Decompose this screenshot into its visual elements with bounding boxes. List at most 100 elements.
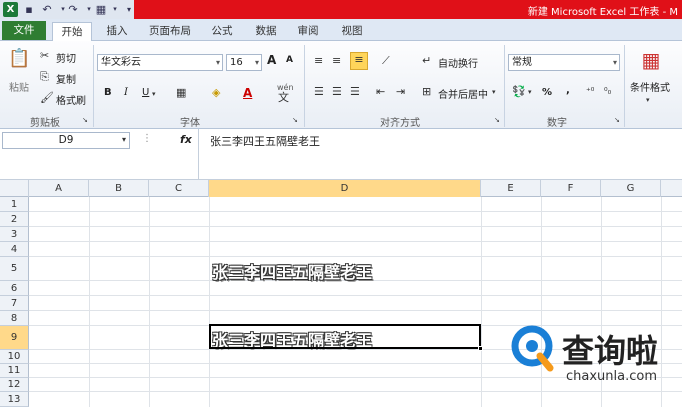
watermark-name: 查询啦 xyxy=(562,332,659,370)
conditional-format-icon[interactable]: ▦ xyxy=(638,47,664,73)
border-icon[interactable]: ▦ xyxy=(176,86,186,100)
column-header-e[interactable]: E xyxy=(481,180,541,197)
bold-button[interactable]: B xyxy=(104,87,112,98)
row-header-6[interactable]: 6 xyxy=(0,281,29,296)
grid-line xyxy=(149,197,150,407)
merge-center-button[interactable]: 合并后居中 xyxy=(438,86,488,101)
fill-handle[interactable] xyxy=(478,346,483,351)
font-color-button[interactable]: A xyxy=(243,86,252,100)
row-header-13[interactable]: 13 xyxy=(0,392,29,407)
align-right-icon[interactable]: ☰ xyxy=(350,85,360,99)
group-divider xyxy=(624,45,625,127)
chevron-down-icon[interactable]: ▾ xyxy=(152,87,156,101)
row-header-2[interactable]: 2 xyxy=(0,212,29,227)
column-header-f[interactable]: F xyxy=(541,180,601,197)
percent-button[interactable]: % xyxy=(542,87,552,98)
row-header-11[interactable]: 11 xyxy=(0,364,29,378)
name-box[interactable]: D9 xyxy=(2,132,130,149)
cell-d5[interactable]: 张三李四王五隔壁老王 xyxy=(212,259,372,283)
grid-line xyxy=(29,295,682,296)
align-middle-icon[interactable]: ≡ xyxy=(332,54,341,68)
align-center-icon[interactable]: ☰ xyxy=(332,85,342,99)
number-launcher-icon[interactable]: ↘ xyxy=(614,113,620,127)
grow-font-button[interactable]: A xyxy=(267,53,276,67)
align-top-icon[interactable]: ≡ xyxy=(314,54,323,68)
redo-icon[interactable]: ↷ xyxy=(66,2,80,17)
row-header-1[interactable]: 1 xyxy=(0,197,29,212)
column-header-b[interactable]: B xyxy=(89,180,149,197)
copy-button[interactable]: 复制 xyxy=(56,71,76,86)
align-bottom-icon[interactable]: ≡ xyxy=(350,52,368,70)
decrease-decimal-icon[interactable]: ⁰₀ xyxy=(604,85,611,99)
column-header-g[interactable]: G xyxy=(601,180,661,197)
conditional-format-button[interactable]: 条件格式 xyxy=(630,79,670,94)
phonetic-icon: 文 xyxy=(278,91,289,104)
alignment-launcher-icon[interactable]: ↘ xyxy=(494,113,500,127)
font-size-select[interactable]: 16 ▾ xyxy=(226,54,262,71)
paste-button[interactable]: 粘贴 xyxy=(9,79,29,94)
row-header-3[interactable]: 3 xyxy=(0,227,29,242)
select-all-corner[interactable] xyxy=(0,180,29,197)
name-box-value: D9 xyxy=(58,134,74,146)
excel-logo-icon: X xyxy=(3,2,18,17)
view-dropdown-icon[interactable]: ▾ xyxy=(108,2,122,17)
decrease-indent-icon[interactable]: ⇤ xyxy=(376,85,385,99)
chevron-down-icon: ▾ xyxy=(215,58,220,67)
tab-view[interactable]: 视图 xyxy=(334,22,370,41)
column-header-c[interactable]: C xyxy=(149,180,209,197)
font-launcher-icon[interactable]: ↘ xyxy=(292,113,298,127)
grip-icon: ⋮ xyxy=(142,133,152,144)
formula-input[interactable]: 张三李四王五隔壁老王 xyxy=(210,133,320,149)
row-header-9[interactable]: 9 xyxy=(0,326,29,350)
format-painter-icon: 🖌 xyxy=(40,91,54,104)
cut-button[interactable]: 剪切 xyxy=(56,50,76,65)
row-header-4[interactable]: 4 xyxy=(0,242,29,257)
row-header-10[interactable]: 10 xyxy=(0,350,29,364)
watermark-logo-icon xyxy=(511,325,554,372)
clipboard-launcher-icon[interactable]: ↘ xyxy=(82,113,88,127)
number-format-select[interactable]: 常规 ▾ xyxy=(508,54,620,71)
row-header-5[interactable]: 5 xyxy=(0,257,29,281)
format-painter-button[interactable]: 格式刷 xyxy=(56,92,86,107)
fill-color-icon[interactable]: ◈ xyxy=(212,86,220,100)
tab-page-layout[interactable]: 页面布局 xyxy=(144,22,196,41)
insert-function-button[interactable]: fx xyxy=(180,133,192,146)
ribbon-tabs: 文件 开始 插入 页面布局 公式 数据 审阅 视图 xyxy=(0,19,682,42)
wrap-text-icon: ↵ xyxy=(422,54,432,67)
tab-home[interactable]: 开始 xyxy=(52,22,92,42)
tab-formulas[interactable]: 公式 xyxy=(204,22,240,41)
chevron-down-icon[interactable]: ▾ xyxy=(528,85,532,99)
scissors-icon: ✂ xyxy=(40,49,50,62)
font-name-select[interactable]: 华文彩云 ▾ xyxy=(97,54,223,71)
tab-insert[interactable]: 插入 xyxy=(98,22,136,41)
grid-line xyxy=(29,310,682,311)
save-icon[interactable]: ▪ xyxy=(22,2,36,17)
currency-icon[interactable]: 💱 xyxy=(512,85,526,99)
grid-line xyxy=(661,197,662,407)
column-header-a[interactable]: A xyxy=(29,180,89,197)
tab-review[interactable]: 审阅 xyxy=(290,22,326,41)
shrink-font-button[interactable]: A xyxy=(286,55,293,65)
view-icon[interactable]: ▦ xyxy=(94,2,108,17)
italic-button[interactable]: I xyxy=(124,87,128,98)
increase-decimal-icon[interactable]: ⁺⁰ xyxy=(586,85,594,99)
tab-data[interactable]: 数据 xyxy=(248,22,284,41)
chevron-down-icon[interactable]: ▾ xyxy=(492,85,496,99)
tab-file[interactable]: 文件 xyxy=(2,21,46,40)
paste-icon[interactable]: 📋 xyxy=(8,47,30,71)
column-header-d[interactable]: D xyxy=(209,180,481,197)
undo-icon[interactable]: ↶ xyxy=(40,2,54,17)
orientation-icon[interactable]: ⟋ xyxy=(382,54,390,68)
align-left-icon[interactable]: ☰ xyxy=(314,85,324,99)
row-header-12[interactable]: 12 xyxy=(0,378,29,392)
increase-indent-icon[interactable]: ⇥ xyxy=(396,85,405,99)
grid-line xyxy=(29,241,682,242)
row-header-8[interactable]: 8 xyxy=(0,311,29,326)
underline-button[interactable]: U xyxy=(142,87,149,98)
comma-button[interactable]: , xyxy=(566,85,570,96)
wrap-text-button[interactable]: 自动换行 xyxy=(438,55,478,70)
title-bar: X ▪ ↶ ▾ ↷ ▾ ▦ ▾ ▾ 新建 Microsoft Excel 工作表… xyxy=(0,0,682,19)
chevron-down-icon[interactable]: ▾ xyxy=(122,133,126,147)
chevron-down-icon[interactable]: ▾ xyxy=(646,93,650,107)
row-header-7[interactable]: 7 xyxy=(0,296,29,311)
